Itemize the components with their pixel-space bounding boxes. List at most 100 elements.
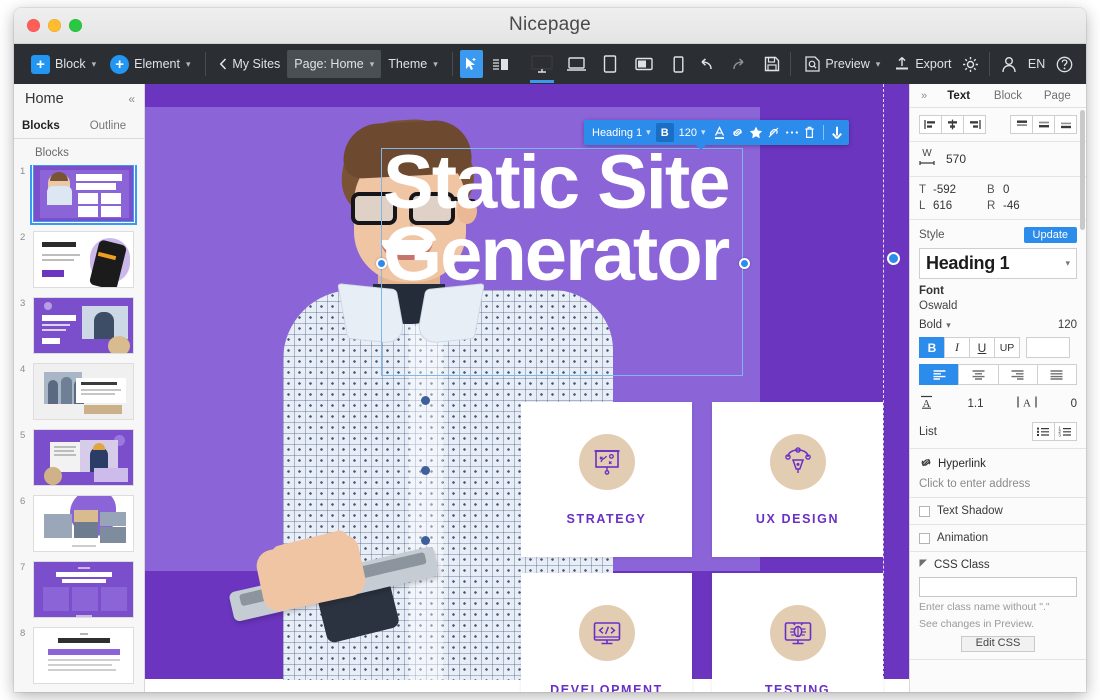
- offset-top-value[interactable]: -592: [933, 184, 987, 196]
- tab-text[interactable]: Text: [934, 90, 983, 102]
- block-thumbnail-2[interactable]: [33, 231, 134, 288]
- font-size-value[interactable]: 120: [1058, 319, 1077, 331]
- style-select[interactable]: Heading 1 ▾: [919, 248, 1077, 279]
- width-value[interactable]: 570: [946, 152, 966, 166]
- list-item[interactable]: 1: [20, 165, 144, 225]
- star-icon[interactable]: [747, 123, 765, 142]
- hero-heading[interactable]: Static Site Generator: [383, 144, 779, 292]
- undo-button[interactable]: [694, 50, 718, 78]
- list-item[interactable]: 5: [20, 429, 144, 486]
- properties-scrollbar[interactable]: [1080, 110, 1085, 230]
- tab-block[interactable]: Block: [983, 90, 1032, 102]
- floating-text-toolbar[interactable]: Heading 1 ▾ B 120 ▾: [584, 120, 849, 150]
- block-thumbnail-3[interactable]: [33, 297, 134, 354]
- float-font-size-selector[interactable]: 120 ▾: [674, 123, 711, 142]
- animation-checkbox[interactable]: [919, 532, 930, 544]
- language-button[interactable]: EN: [1021, 50, 1052, 78]
- float-bold-button[interactable]: B: [655, 123, 674, 142]
- block-thumbnail-7[interactable]: [33, 561, 134, 618]
- block-thumbnail-5[interactable]: [33, 429, 134, 486]
- align-object-right-icon[interactable]: [963, 115, 986, 134]
- settings-button[interactable]: [958, 50, 982, 78]
- line-height-value[interactable]: 1.1: [968, 398, 984, 410]
- underline-button[interactable]: U: [969, 337, 995, 358]
- align-center-icon[interactable]: [958, 364, 999, 385]
- align-vertical-bottom-icon[interactable]: [1054, 115, 1077, 134]
- list-item[interactable]: 8: [20, 627, 144, 684]
- block-thumbnail-1[interactable]: [30, 165, 137, 225]
- trash-icon[interactable]: [801, 123, 819, 142]
- font-color-icon[interactable]: [711, 123, 729, 142]
- text-shadow-checkbox[interactable]: [919, 505, 930, 517]
- edit-css-button[interactable]: Edit CSS: [961, 636, 1035, 653]
- align-object-left-icon[interactable]: [919, 115, 942, 134]
- tab-page[interactable]: Page: [1033, 90, 1082, 102]
- service-card-strategy[interactable]: STRATEGY: [521, 402, 692, 557]
- export-button[interactable]: Export: [887, 50, 958, 78]
- layers-icon[interactable]: [488, 50, 512, 78]
- list-item[interactable]: 6: [20, 495, 144, 552]
- more-icon[interactable]: [783, 123, 801, 142]
- list-item[interactable]: 4: [20, 363, 144, 420]
- collapse-sidebar-button[interactable]: «: [128, 92, 135, 106]
- font-color-swatch[interactable]: [1026, 337, 1070, 358]
- link-icon[interactable]: [729, 123, 747, 142]
- font-family-value[interactable]: Oswald: [919, 300, 1077, 312]
- update-style-button[interactable]: Update: [1023, 227, 1077, 243]
- block-thumbnail-4[interactable]: [33, 363, 134, 420]
- canvas-resize-handle-right[interactable]: [887, 252, 900, 265]
- align-object-center-icon[interactable]: [941, 115, 964, 134]
- save-button[interactable]: [760, 50, 784, 78]
- device-tablet-landscape-button[interactable]: [628, 45, 660, 83]
- block-thumbnail-8[interactable]: [33, 627, 134, 684]
- numbered-list-icon[interactable]: 123: [1054, 422, 1077, 441]
- move-down-icon[interactable]: [828, 123, 846, 142]
- theme-button[interactable]: Theme ▾: [381, 50, 444, 78]
- align-vertical-middle-icon[interactable]: [1032, 115, 1055, 134]
- uppercase-button[interactable]: UP: [994, 337, 1020, 358]
- device-tablet-button[interactable]: [594, 45, 626, 83]
- page-selector-button[interactable]: Page: Home ▾: [287, 50, 382, 78]
- service-card-ux-design[interactable]: UX DESIGN: [712, 402, 883, 557]
- bold-button[interactable]: B: [919, 337, 945, 358]
- list-item[interactable]: 2: [20, 231, 144, 288]
- offset-left-value[interactable]: 616: [933, 200, 987, 212]
- collapse-triangle-icon[interactable]: [919, 559, 928, 571]
- bullet-list-icon[interactable]: [1032, 422, 1055, 441]
- align-justify-icon[interactable]: [1036, 364, 1077, 385]
- add-element-button[interactable]: + Element ▾: [103, 50, 197, 78]
- cursor-select-icon[interactable]: [459, 50, 484, 78]
- device-phone-button[interactable]: [662, 45, 694, 83]
- blocks-thumbnail-list[interactable]: 1 2 3 4 5 6 7 8: [14, 165, 144, 692]
- list-item[interactable]: 7: [20, 561, 144, 618]
- preview-button[interactable]: Preview ▾: [798, 50, 887, 78]
- offset-bottom-value[interactable]: 0: [1003, 184, 1077, 196]
- my-sites-button[interactable]: My Sites: [212, 50, 287, 78]
- device-desktop-button[interactable]: [526, 45, 558, 83]
- align-right-icon[interactable]: [997, 364, 1038, 385]
- offset-right-value[interactable]: -46: [1003, 200, 1077, 212]
- help-button[interactable]: [1052, 50, 1076, 78]
- align-left-icon[interactable]: [919, 364, 960, 385]
- italic-button[interactable]: I: [944, 337, 970, 358]
- device-laptop-button[interactable]: [560, 45, 592, 83]
- canvas-area[interactable]: Static Site Generator Heading 1 ▾ B 120 …: [145, 84, 909, 692]
- float-style-selector[interactable]: Heading 1 ▾: [587, 123, 656, 142]
- service-card-development[interactable]: DEVELOPMENT: [521, 573, 692, 692]
- expand-panel-button[interactable]: »: [914, 90, 934, 102]
- eraser-icon[interactable]: [765, 123, 783, 142]
- service-card-testing[interactable]: TESTING: [712, 573, 883, 692]
- redo-button[interactable]: [727, 50, 751, 78]
- align-vertical-top-icon[interactable]: [1010, 115, 1033, 134]
- hyperlink-input[interactable]: Click to enter address: [919, 478, 1077, 490]
- css-class-input[interactable]: [919, 577, 1077, 597]
- list-item[interactable]: 3: [20, 297, 144, 354]
- account-button[interactable]: [997, 50, 1021, 78]
- add-block-button[interactable]: + Block ▾: [24, 50, 103, 78]
- tab-outline[interactable]: Outline: [90, 120, 126, 132]
- tab-blocks[interactable]: Blocks: [22, 120, 60, 132]
- font-weight-selector[interactable]: Bold ▾: [919, 319, 951, 331]
- letter-spacing-value[interactable]: 0: [1071, 398, 1077, 410]
- page-canvas[interactable]: Static Site Generator Heading 1 ▾ B 120 …: [145, 84, 909, 692]
- block-thumbnail-6[interactable]: [33, 495, 134, 552]
